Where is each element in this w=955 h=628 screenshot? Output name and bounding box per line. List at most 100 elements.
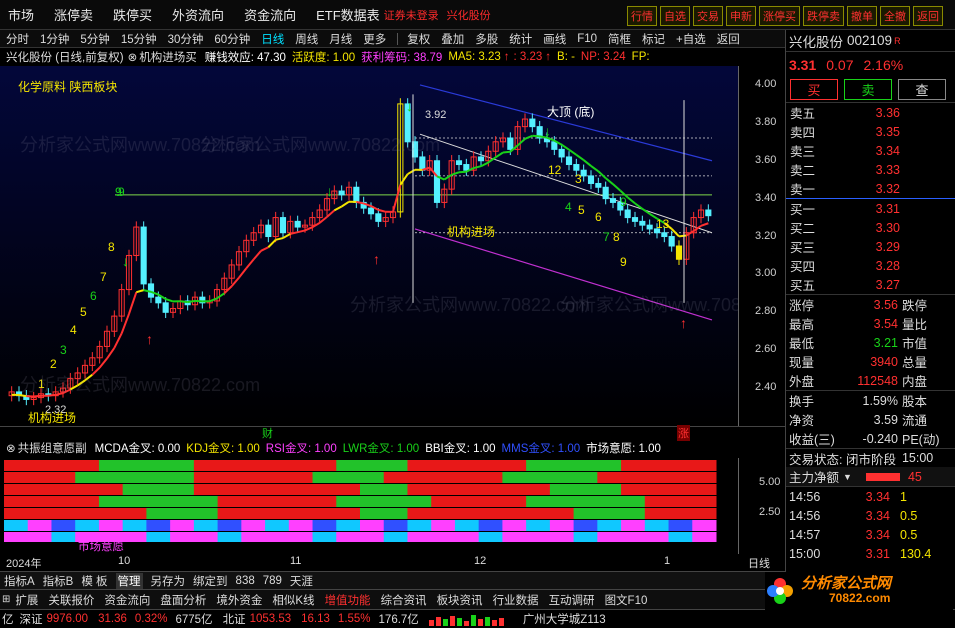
tab-daily[interactable]: 日线: [261, 31, 284, 47]
f10-button[interactable]: F10: [577, 33, 597, 45]
resonance-cell: [668, 520, 693, 531]
candle-body: [279, 217, 287, 234]
cancel-order-button[interactable]: 撤单: [847, 6, 877, 26]
menu-item[interactable]: 涨停卖: [54, 5, 93, 24]
tab-monthly[interactable]: 月线: [329, 31, 352, 47]
tab-fund-flow[interactable]: 资金流向: [104, 592, 150, 608]
limit-down-sell-button[interactable]: 跌停卖: [803, 6, 844, 26]
draw-button[interactable]: 画线: [543, 31, 566, 47]
quote-button[interactable]: 行情: [627, 6, 657, 26]
indicator-title[interactable]: 共振组意愿副: [18, 440, 87, 456]
adjust-button[interactable]: 复权: [407, 31, 430, 47]
back-button[interactable]: 返回: [913, 6, 943, 26]
y-tick: 3.60: [755, 153, 777, 166]
cancel-all-button[interactable]: 全撤: [880, 6, 910, 26]
menu-item[interactable]: 市场: [8, 5, 34, 24]
tab-indicator-a[interactable]: 指标A: [4, 573, 35, 589]
tab-bind[interactable]: 绑定到: [193, 573, 228, 589]
order-book-row[interactable]: 卖三 3.34: [786, 141, 955, 160]
trade-button[interactable]: 交易: [693, 6, 723, 26]
tab-value-added[interactable]: 增值功能: [325, 592, 371, 608]
indicator-settings-icon[interactable]: ⊗: [6, 441, 16, 455]
ma-line-segment: [392, 184, 402, 213]
ma-line-segment: [282, 233, 291, 239]
order-book-row[interactable]: 卖五 3.36: [786, 103, 955, 122]
tab-template[interactable]: 模 板: [81, 573, 107, 589]
order-book-row[interactable]: 卖二 3.33: [786, 160, 955, 179]
query-button[interactable]: 查: [898, 78, 946, 100]
mark-button[interactable]: 标记: [642, 31, 665, 47]
tab-related-quote[interactable]: 关联报价: [48, 592, 94, 608]
tick-time: 15:00: [789, 546, 821, 561]
stats-button[interactable]: 统计: [509, 31, 532, 47]
tab-industry-data[interactable]: 行业数据: [493, 592, 539, 608]
tab-5min[interactable]: 5分钟: [80, 31, 109, 47]
menu-item[interactable]: ETF数据表: [316, 5, 380, 24]
order-book-row[interactable]: 买二 3.30: [786, 218, 955, 237]
tab-indicator-b[interactable]: 指标B: [43, 573, 74, 589]
return-button[interactable]: 返回: [717, 31, 740, 47]
tab-1min[interactable]: 1分钟: [40, 31, 69, 47]
count-number: 7: [603, 230, 610, 244]
login-warning[interactable]: 证券未登录: [384, 7, 439, 23]
tick-volume: 130.4: [900, 546, 932, 561]
chart-divider: 财 涨: [0, 425, 785, 441]
buy-button[interactable]: 买: [790, 78, 838, 100]
order-book-row[interactable]: 买一 3.31: [786, 199, 955, 218]
tab-weekly[interactable]: 周线: [295, 31, 318, 47]
shenzhen-amount: 6775亿: [175, 614, 213, 626]
order-book-row[interactable]: 买四 3.28: [786, 256, 955, 275]
tab-foreign-fund[interactable]: 境外资金: [216, 592, 262, 608]
tab-manage[interactable]: 管理: [115, 572, 143, 589]
tab-tianya[interactable]: 天涯: [290, 573, 313, 589]
resonance-cell: [431, 520, 456, 531]
candle-body: [558, 148, 565, 158]
menu-item[interactable]: 跌停买: [113, 5, 152, 24]
candle-body: [529, 118, 536, 128]
indicator-settings-icon[interactable]: ⊗: [128, 50, 138, 64]
tab-more[interactable]: 更多: [363, 31, 386, 47]
order-book-row[interactable]: 卖一 3.32: [786, 179, 955, 198]
tab-838[interactable]: 838: [236, 575, 255, 587]
menu-item[interactable]: 外资流向: [172, 5, 224, 24]
beijing-label[interactable]: 北证: [223, 611, 246, 627]
quote-header: 兴化股份 002109 R: [786, 30, 955, 52]
order-book-row[interactable]: 卖四 3.35: [786, 122, 955, 141]
tab-extend[interactable]: 扩展: [15, 592, 38, 608]
tab-789[interactable]: 789: [263, 575, 282, 587]
expand-icon[interactable]: ⊞: [2, 594, 10, 605]
tab-news[interactable]: 综合资讯: [381, 592, 427, 608]
top-stock-name: 兴化股份: [446, 9, 491, 22]
ma-line-segment: [451, 171, 460, 176]
chevron-down-icon[interactable]: ▼: [843, 472, 852, 482]
new-stock-button[interactable]: 申新: [726, 6, 756, 26]
function-bar: ⊞ 扩展 关联报价 资金流向 盘面分析 境外资金 相似K线 增值功能 综合资讯 …: [0, 589, 785, 609]
tab-sector-news[interactable]: 板块资讯: [437, 592, 483, 608]
resonance-cell: [336, 484, 361, 495]
shenzhen-label[interactable]: 深证: [20, 611, 43, 627]
tab-30min[interactable]: 30分钟: [168, 31, 204, 47]
limit-up-buy-button[interactable]: 涨停买: [759, 6, 800, 26]
resonance-indicator-panel[interactable]: 市场意愿: [0, 458, 738, 554]
tab-similar-kline[interactable]: 相似K线: [272, 592, 314, 608]
tab-intraday[interactable]: 分时: [6, 31, 29, 47]
resonance-cell: [478, 496, 503, 507]
tab-market-analysis[interactable]: 盘面分析: [160, 592, 206, 608]
add-watchlist-button[interactable]: +自选: [676, 31, 706, 47]
tab-save-as[interactable]: 另存为: [151, 573, 186, 589]
tab-interaction[interactable]: 互动调研: [549, 592, 595, 608]
resonance-cell: [4, 508, 29, 519]
overlay-button[interactable]: 叠加: [441, 31, 464, 47]
kline-chart[interactable]: 3.92 2.32 大顶 (底) 机构进场 机构进场 9 8 7 6 5 4 3 2 1 9 12 3 4 5 6 7 8…: [0, 66, 738, 426]
order-book-row[interactable]: 买五 3.27: [786, 275, 955, 294]
tab-15min[interactable]: 15分钟: [121, 31, 157, 47]
menu-item[interactable]: 资金流向: [244, 5, 296, 24]
tab-f10-graphic[interactable]: 图文F10: [605, 592, 648, 608]
simple-frame-button[interactable]: 简框: [608, 31, 631, 47]
order-book-row[interactable]: 买三 3.29: [786, 237, 955, 256]
watchlist-button[interactable]: 自选: [660, 6, 690, 26]
sell-button[interactable]: 卖: [844, 78, 892, 100]
tab-60min[interactable]: 60分钟: [214, 31, 250, 47]
indicator-name[interactable]: 机构进场买: [139, 49, 197, 65]
multi-stock-button[interactable]: 多股: [475, 31, 498, 47]
